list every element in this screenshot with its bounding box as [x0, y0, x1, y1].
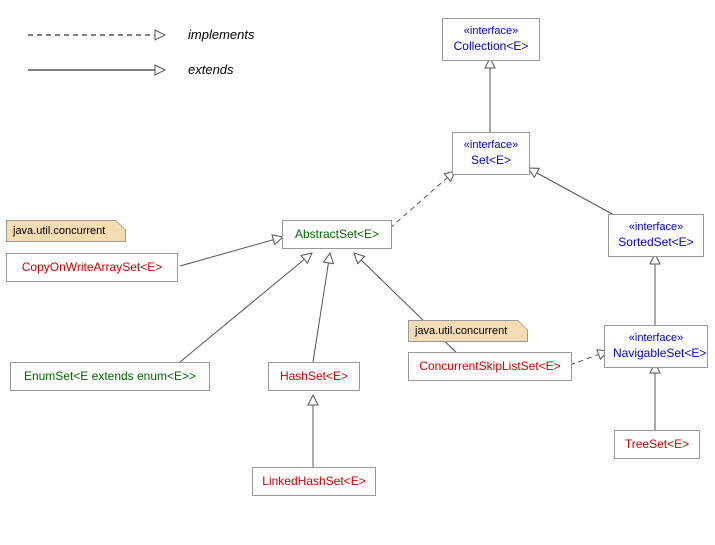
node-concurrentskiplistset: ConcurrentSkipListSet<E> [408, 352, 572, 381]
note-text: java.util.concurrent [415, 325, 507, 337]
class-name: Set<E> [461, 153, 521, 168]
class-name: CopyOnWriteArraySet<E> [22, 260, 163, 274]
class-name: NavigableSet<E> [613, 346, 699, 361]
node-hashset: HashSet<E> [268, 362, 360, 391]
stereotype-label: «interface» [461, 139, 521, 153]
node-sortedset: «interface» SortedSet<E> [608, 214, 704, 257]
legend-implements-label: implements [188, 27, 254, 42]
node-navigableset: «interface» NavigableSet<E> [604, 325, 708, 368]
note-concurrent-csl: java.util.concurrent [408, 320, 528, 342]
class-name: LinkedHashSet<E> [262, 474, 365, 488]
node-collection: «interface» Collection<E> [442, 18, 540, 61]
class-name: ConcurrentSkipListSet<E> [419, 359, 560, 373]
node-treeset: TreeSet<E> [614, 430, 700, 459]
class-name: SortedSet<E> [617, 235, 695, 250]
note-concurrent-cow: java.util.concurrent [6, 220, 126, 242]
stereotype-label: «interface» [613, 332, 699, 346]
node-copyonwritearrayset: CopyOnWriteArraySet<E> [6, 253, 178, 282]
node-enumset: EnumSet<E extends enum<E>> [10, 362, 210, 391]
node-linkedhashset: LinkedHashSet<E> [252, 467, 376, 496]
stereotype-label: «interface» [617, 221, 695, 235]
class-name: HashSet<E> [280, 369, 348, 383]
class-name: Collection<E> [451, 39, 531, 54]
node-abstractset: AbstractSet<E> [282, 220, 392, 249]
node-set: «interface» Set<E> [452, 132, 530, 175]
note-text: java.util.concurrent [13, 225, 105, 237]
class-name: EnumSet<E extends enum<E>> [24, 369, 196, 383]
legend-extends-label: extends [188, 62, 234, 77]
class-name: AbstractSet<E> [295, 227, 379, 241]
class-name: TreeSet<E> [625, 437, 689, 451]
stereotype-label: «interface» [451, 25, 531, 39]
